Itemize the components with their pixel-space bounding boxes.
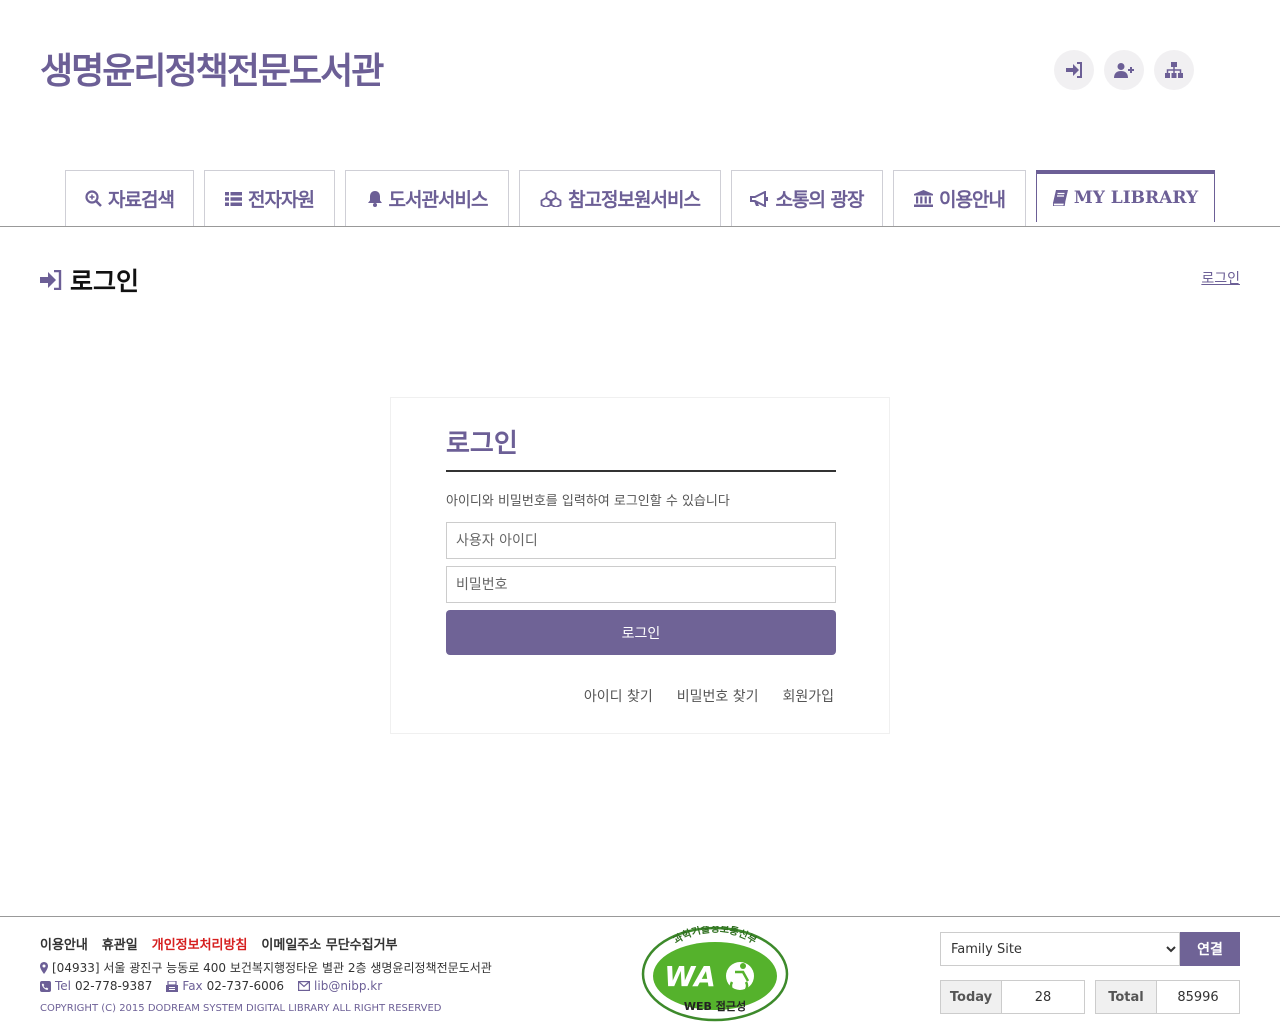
tab-label: 이용안내 [939, 189, 1006, 211]
today-value: 28 [1034, 989, 1052, 1005]
login-box: 로그인 아이디와 비밀번호를 입력하여 로그인할 수 있습니다 로그인 아이디 … [390, 397, 890, 734]
tab-label: 참고정보원서비스 [568, 189, 701, 211]
today-label: Today [941, 981, 1002, 1013]
footer-contact: Tel 02-778-9387 Fax 02-737-6006 lib@nibp… [40, 979, 382, 993]
login-box-title: 로그인 [446, 429, 518, 459]
bell-icon [367, 191, 382, 207]
tab-label: 도서관서비스 [388, 189, 489, 211]
tab-reference-service[interactable]: 참고정보원서비스 [519, 170, 721, 226]
login-description: 아이디와 비밀번호를 입력하여 로그인할 수 있습니다 [446, 494, 730, 509]
tab-my-library[interactable]: MY LIBRARY [1036, 170, 1215, 222]
family-site-select[interactable]: Family Site [940, 932, 1180, 966]
search-icon [85, 190, 102, 207]
tab-e-resources[interactable]: 전자자원 [204, 170, 335, 226]
total-counter: Total 85996 [1095, 980, 1240, 1014]
password-input[interactable] [446, 566, 836, 603]
sitemap-icon-button[interactable] [1154, 50, 1194, 90]
web-accessibility-mark: 과학기술정보통신부 WA WEB 접근성 [641, 926, 789, 1022]
wa-logo-text: WA [664, 960, 716, 993]
footer-link-privacy[interactable]: 개인정보처리방침 [152, 934, 248, 953]
copyright: COPYRIGHT (C) 2015 DODREAM SYSTEM DIGITA… [40, 1003, 442, 1014]
address-text: [04933] 서울 광진구 능동로 400 보건복지행정타운 별관 2층 생명… [52, 961, 492, 975]
bullhorn-icon [750, 190, 769, 207]
sitemap-icon [1165, 62, 1183, 78]
total-label: Total [1096, 981, 1157, 1013]
nav-divider [0, 226, 1280, 227]
tel-label: Tel [55, 979, 72, 993]
footer-links: 이용안내 휴관일 개인정보처리방침 이메일주소 무단수집거부 [40, 934, 398, 953]
tab-label: 소통의 광장 [775, 189, 864, 211]
tel-number: 02-778-9387 [75, 979, 153, 993]
cubes-icon [540, 190, 562, 207]
map-marker-icon [40, 961, 48, 974]
site-title[interactable]: 생명윤리정책전문도서관 [40, 42, 384, 94]
join-icon-button[interactable] [1104, 50, 1144, 90]
login-icon [1066, 62, 1082, 78]
footer-link-guide[interactable]: 이용안내 [40, 934, 88, 953]
page-title: 로그인 [40, 262, 139, 298]
login-button[interactable]: 로그인 [446, 610, 836, 655]
user-plus-icon [1114, 63, 1134, 78]
list-icon [225, 191, 243, 206]
wa-sub-text: WEB 접근성 [684, 999, 746, 1013]
find-id-link[interactable]: 아이디 찾기 [584, 686, 653, 706]
signup-link[interactable]: 회원가입 [782, 686, 834, 706]
breadcrumb[interactable]: 로그인 [1201, 268, 1240, 288]
tab-guide[interactable]: 이용안내 [893, 170, 1026, 226]
tab-library-service[interactable]: 도서관서비스 [345, 170, 509, 226]
tab-community[interactable]: 소통의 광장 [731, 170, 883, 226]
user-id-input[interactable] [446, 522, 836, 559]
login-icon-button[interactable] [1054, 50, 1094, 90]
book-icon [1052, 190, 1068, 206]
email-link[interactable]: lib@nibp.kr [314, 979, 382, 993]
footer-link-closed-days[interactable]: 휴관일 [102, 934, 138, 953]
page-title-text: 로그인 [70, 267, 140, 296]
today-counter: Today 28 [940, 980, 1085, 1014]
account-links: 아이디 찾기 비밀번호 찾기 회원가입 [584, 686, 834, 706]
fax-icon [166, 980, 179, 992]
login-icon [40, 270, 62, 290]
institution-icon [914, 190, 934, 207]
family-site-go-button[interactable]: 연결 [1180, 932, 1240, 966]
tab-search[interactable]: 자료검색 [65, 170, 194, 226]
footer-link-email-policy[interactable]: 이메일주소 무단수집거부 [261, 934, 397, 953]
footer-address: [04933] 서울 광진구 능동로 400 보건복지행정타운 별관 2층 생명… [40, 959, 492, 976]
total-value: 85996 [1177, 989, 1219, 1005]
fax-number: 02-737-6006 [206, 979, 285, 993]
tab-label: 전자자원 [248, 189, 315, 211]
tab-label: MY LIBRARY [1073, 188, 1199, 208]
phone-icon [40, 980, 51, 992]
fax-label: Fax [182, 979, 203, 993]
footer-divider [0, 916, 1280, 917]
find-password-link[interactable]: 비밀번호 찾기 [677, 686, 759, 706]
tab-label: 자료검색 [108, 189, 175, 211]
login-box-divider [446, 470, 836, 472]
envelope-icon [298, 981, 311, 991]
